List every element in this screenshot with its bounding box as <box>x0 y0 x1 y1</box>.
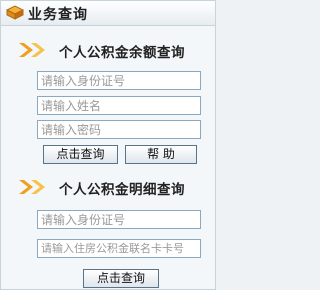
panel-title: 业务查询 <box>28 7 88 23</box>
balance-query-button[interactable]: 点击查询 <box>43 145 118 164</box>
business-query-panel: 业务查询 个人公积金余额查询 点击查询 帮 助 个人公积金明细查询 点击查询 <box>0 0 216 290</box>
book-icon <box>6 5 24 20</box>
balance-query-title: 个人公积金余额查询 <box>59 45 185 61</box>
password-input[interactable] <box>37 120 201 139</box>
detail-query-title: 个人公积金明细查询 <box>59 182 185 198</box>
card-number-input[interactable] <box>37 239 201 258</box>
detail-id-number-input[interactable] <box>37 210 201 229</box>
double-chevron-icon <box>19 43 45 57</box>
name-input[interactable] <box>37 96 201 115</box>
detail-query-heading: 个人公积金明细查询 <box>13 176 213 198</box>
balance-query-heading: 个人公积金余额查询 <box>13 39 213 61</box>
help-button[interactable]: 帮 助 <box>125 145 197 164</box>
detail-query-button[interactable]: 点击查询 <box>83 269 159 288</box>
id-number-input[interactable] <box>37 71 201 90</box>
panel-header: 业务查询 <box>1 1 215 26</box>
double-chevron-icon <box>19 180 45 194</box>
